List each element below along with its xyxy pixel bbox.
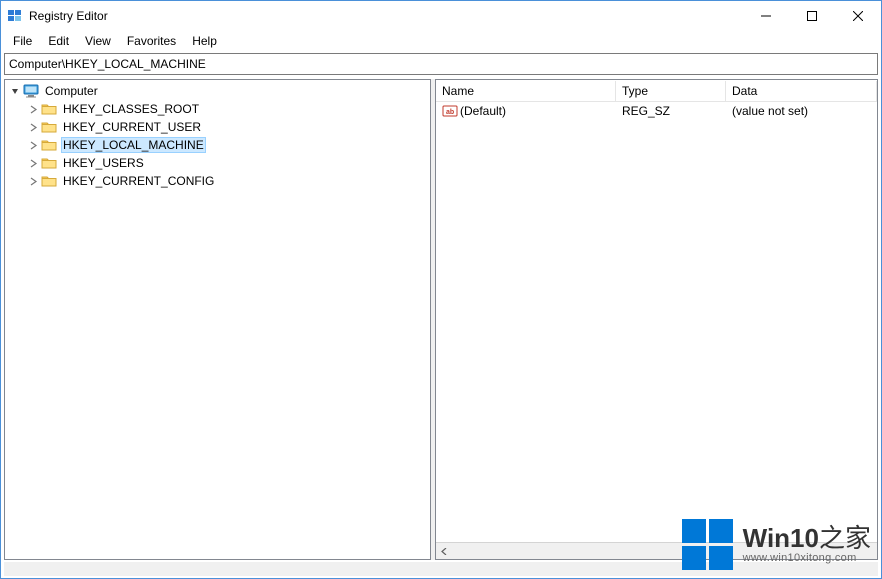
- main-split: Computer HKEY_CLASSES_ROOT HKEY_CURRENT_U…: [4, 79, 878, 560]
- chevron-right-icon[interactable]: [27, 175, 39, 187]
- menu-view[interactable]: View: [77, 32, 119, 50]
- column-header-data[interactable]: Data: [726, 81, 877, 101]
- svg-text:ab: ab: [446, 109, 454, 116]
- menu-favorites[interactable]: Favorites: [119, 32, 184, 50]
- tree-root-label: Computer: [43, 83, 100, 99]
- window-title: Registry Editor: [29, 9, 108, 23]
- titlebar: Registry Editor: [1, 1, 881, 31]
- list-pane: Name Type Data ab (Default) REG_SZ (valu…: [435, 79, 878, 560]
- regedit-app-icon: [7, 8, 23, 24]
- chevron-down-icon[interactable]: [9, 85, 21, 97]
- tree-item-label: HKEY_CURRENT_USER: [61, 119, 203, 135]
- folder-icon: [41, 173, 57, 189]
- horizontal-scrollbar[interactable]: [436, 542, 877, 559]
- statusbar: [4, 562, 878, 576]
- column-header-name[interactable]: Name: [436, 81, 616, 101]
- tree-item-label: HKEY_CLASSES_ROOT: [61, 101, 201, 117]
- value-data: (value not set): [726, 103, 877, 119]
- tree-root-row[interactable]: Computer: [5, 82, 430, 100]
- tree-item[interactable]: HKEY_CLASSES_ROOT: [5, 100, 430, 118]
- tree-item[interactable]: HKEY_CURRENT_USER: [5, 118, 430, 136]
- maximize-button[interactable]: [789, 1, 835, 31]
- tree-item[interactable]: HKEY_CURRENT_CONFIG: [5, 172, 430, 190]
- chevron-right-icon[interactable]: [27, 121, 39, 133]
- address-bar[interactable]: Computer\HKEY_LOCAL_MACHINE: [4, 53, 878, 75]
- folder-icon: [41, 119, 57, 135]
- tree-item-label: HKEY_LOCAL_MACHINE: [61, 137, 206, 153]
- menu-help[interactable]: Help: [184, 32, 225, 50]
- menu-edit[interactable]: Edit: [40, 32, 77, 50]
- menubar: File Edit View Favorites Help: [1, 31, 881, 51]
- list-header: Name Type Data: [436, 80, 877, 102]
- folder-icon: [41, 101, 57, 117]
- close-button[interactable]: [835, 1, 881, 31]
- address-path: Computer\HKEY_LOCAL_MACHINE: [9, 57, 206, 71]
- column-header-type[interactable]: Type: [616, 81, 726, 101]
- chevron-right-icon[interactable]: [27, 157, 39, 169]
- folder-icon: [41, 137, 57, 153]
- scroll-left-icon[interactable]: [436, 543, 453, 559]
- tree-item[interactable]: HKEY_USERS: [5, 154, 430, 172]
- chevron-right-icon[interactable]: [27, 103, 39, 115]
- tree-pane[interactable]: Computer HKEY_CLASSES_ROOT HKEY_CURRENT_U…: [4, 79, 431, 560]
- value-type: REG_SZ: [616, 103, 726, 119]
- window-controls: [743, 1, 881, 31]
- chevron-right-icon[interactable]: [27, 139, 39, 151]
- folder-icon: [41, 155, 57, 171]
- minimize-button[interactable]: [743, 1, 789, 31]
- value-name: (Default): [460, 104, 506, 118]
- value-name-cell: ab (Default): [436, 102, 616, 120]
- string-value-icon: ab: [442, 103, 458, 119]
- tree-item[interactable]: HKEY_LOCAL_MACHINE: [5, 136, 430, 154]
- computer-icon: [23, 83, 39, 99]
- tree-item-label: HKEY_CURRENT_CONFIG: [61, 173, 216, 189]
- list-item[interactable]: ab (Default) REG_SZ (value not set): [436, 102, 877, 120]
- list-body[interactable]: ab (Default) REG_SZ (value not set): [436, 102, 877, 542]
- tree-item-label: HKEY_USERS: [61, 155, 146, 171]
- menu-file[interactable]: File: [5, 32, 40, 50]
